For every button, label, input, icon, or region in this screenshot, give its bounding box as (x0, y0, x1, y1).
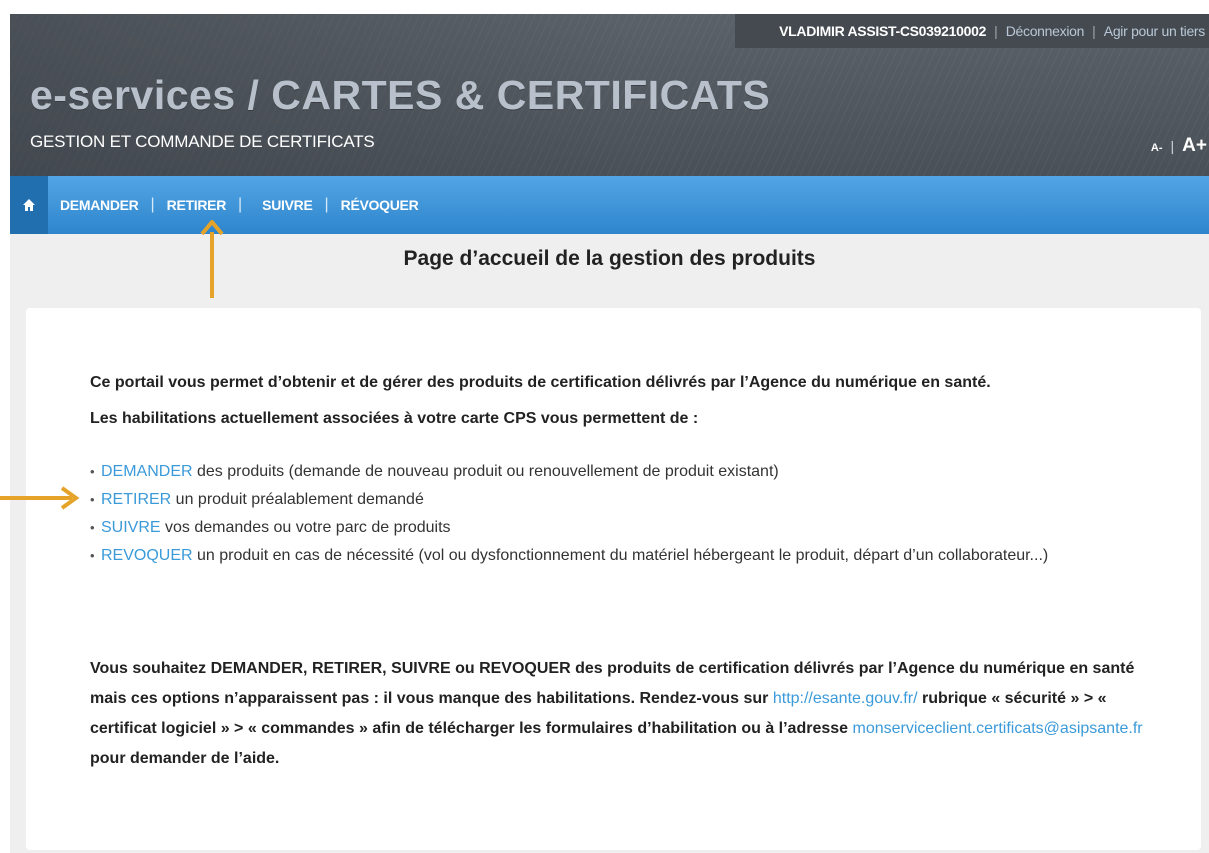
list-item-text: vos demandes ou votre parc de produits (160, 519, 451, 536)
font-decrease-button[interactable]: A- (1151, 142, 1163, 154)
arrow-right-icon (0, 486, 80, 510)
nav-item-demander[interactable]: DEMANDER (48, 197, 151, 213)
retirer-link[interactable]: RETIRER (101, 491, 171, 508)
divider: | (238, 196, 243, 213)
permissions-list: DEMANDER des produits (demande de nouvea… (90, 458, 1090, 570)
help-text: Vous souhaitez DEMANDER, RETIRER, SUIVRE… (90, 660, 1143, 767)
page-title: Page d’accueil de la gestion des produit… (403, 247, 816, 270)
main-nav: DEMANDER | RETIRER | SUIVRE | RÉVOQUER (10, 176, 1209, 234)
suivre-link[interactable]: SUIVRE (101, 519, 161, 536)
esante-link[interactable]: http://esante.gouv.fr/ (773, 690, 918, 707)
user-bar: VLADIMIR ASSIST-CS039210002 | Déconnexio… (735, 14, 1209, 48)
demander-link[interactable]: DEMANDER (101, 463, 193, 480)
list-item: SUIVRE vos demandes ou votre parc de pro… (90, 514, 1090, 542)
home-icon (23, 199, 35, 211)
list-item: DEMANDER des produits (demande de nouvea… (90, 458, 1090, 486)
content-card: Ce portail vous permet d’obtenir et de g… (26, 308, 1201, 850)
divider: | (1170, 138, 1175, 154)
nav-item-retirer[interactable]: RETIRER (155, 197, 238, 213)
nav-item-revoquer[interactable]: RÉVOQUER (329, 197, 431, 213)
list-item: REVOQUER un produit en cas de nécessité … (90, 542, 1090, 570)
divider: | (994, 23, 998, 39)
list-item-text: un produit en cas de nécessité (vol ou d… (192, 547, 1049, 564)
site-header: VLADIMIR ASSIST-CS039210002 | Déconnexio… (10, 14, 1209, 176)
app-title: e-services / CARTES & CERTIFICATS (30, 72, 771, 118)
list-item-text: un produit préalablement demandé (171, 491, 424, 508)
font-size-controls: A- | A+ (1151, 135, 1207, 157)
permissions-text: Les habilitations actuellement associées… (90, 410, 699, 427)
act-for-third-party-link[interactable]: Agir pour un tiers (1104, 23, 1206, 39)
app-subtitle: GESTION ET COMMANDE DE CERTIFICATS (30, 132, 375, 151)
divider: | (1092, 23, 1096, 39)
arrow-up-icon (200, 220, 224, 298)
nav-home[interactable] (10, 176, 48, 234)
font-increase-button[interactable]: A+ (1182, 135, 1207, 157)
list-item-text: des produits (demande de nouveau produit… (192, 463, 779, 480)
nav-item-suivre[interactable]: SUIVRE (250, 197, 324, 213)
user-name: VLADIMIR ASSIST-CS039210002 (779, 23, 987, 39)
revoquer-link[interactable]: REVOQUER (101, 547, 193, 564)
app-window: VLADIMIR ASSIST-CS039210002 | Déconnexio… (10, 14, 1209, 853)
logout-link[interactable]: Déconnexion (1006, 23, 1085, 39)
list-item: RETIRER un produit préalablement demandé (90, 486, 1090, 514)
support-email-link[interactable]: monserviceclient.certificats@asipsante.f… (853, 720, 1143, 737)
intro-text: Ce portail vous permet d’obtenir et de g… (90, 374, 991, 391)
